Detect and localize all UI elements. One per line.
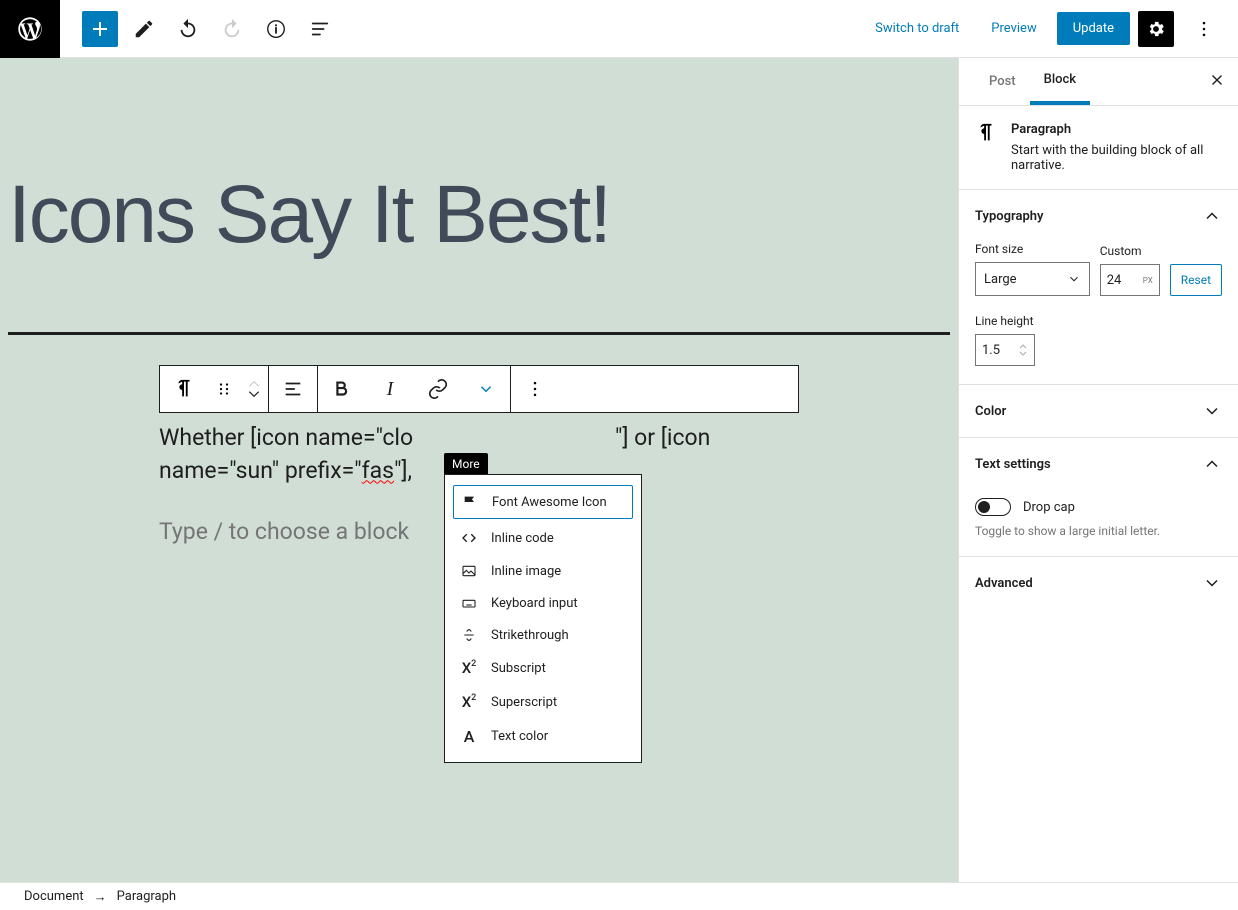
line-height-label: Line height (975, 314, 1035, 328)
undo-button[interactable] (170, 11, 206, 47)
paragraph-text-underlined: fas (362, 457, 394, 484)
reset-button[interactable]: Reset (1170, 264, 1222, 296)
align-button[interactable] (269, 366, 317, 412)
code-icon (459, 529, 479, 547)
dropdown-inline-code[interactable]: Inline code (445, 521, 641, 555)
paragraph-text-part1: Whether [icon name="clo (159, 424, 413, 451)
block-description: Start with the building block of all nar… (1011, 143, 1222, 173)
flag-icon (460, 494, 480, 510)
dropdown-text-color[interactable]: A Text color (445, 719, 641, 754)
redo-button[interactable] (214, 11, 250, 47)
wordpress-logo[interactable] (0, 0, 60, 58)
text-color-icon: A (459, 727, 479, 746)
separator (8, 332, 950, 335)
drop-cap-hint: Toggle to show a large initial letter. (975, 524, 1222, 538)
dropdown-superscript[interactable]: X2 Superscript (445, 685, 641, 719)
subscript-icon: X2 (459, 659, 479, 677)
dropdown-keyboard-input[interactable]: Keyboard input (445, 587, 641, 619)
drop-cap-label: Drop cap (1023, 500, 1075, 515)
custom-label: Custom (1100, 244, 1160, 258)
superscript-icon: X2 (459, 693, 479, 711)
line-height-input[interactable]: 1.5 (975, 334, 1035, 366)
tab-block[interactable]: Block (1030, 58, 1090, 105)
bold-button[interactable] (318, 366, 366, 412)
paragraph-icon (975, 122, 997, 173)
block-toolbar: I (159, 365, 799, 413)
page-title[interactable]: Icons Say It Best! (0, 58, 958, 262)
info-button[interactable] (258, 11, 294, 47)
font-size-label: Font size (975, 242, 1090, 256)
tab-post[interactable]: Post (975, 60, 1030, 103)
edit-mode-button[interactable] (126, 11, 162, 47)
editor-canvas: Icons Say It Best! (0, 58, 958, 882)
dropdown-font-awesome-icon[interactable]: Font Awesome Icon (453, 485, 633, 519)
link-button[interactable] (414, 366, 462, 412)
drag-handle[interactable] (208, 380, 240, 398)
chevron-down-icon (1202, 573, 1222, 593)
image-icon (459, 563, 479, 579)
chevron-down-icon (1202, 401, 1222, 421)
more-tooltip: More (444, 453, 488, 475)
breadcrumb-document[interactable]: Document (24, 889, 84, 904)
preview-button[interactable]: Preview (979, 13, 1048, 44)
breadcrumb-paragraph[interactable]: Paragraph (117, 889, 176, 904)
advanced-panel-toggle[interactable]: Advanced (959, 557, 1238, 609)
block-title: Paragraph (1011, 122, 1222, 137)
italic-button[interactable]: I (366, 366, 414, 412)
top-toolbar: Switch to draft Preview Update (0, 0, 1238, 58)
strikethrough-icon (459, 627, 479, 643)
dropdown-strikethrough[interactable]: Strikethrough (445, 619, 641, 651)
formatting-dropdown: Font Awesome Icon Inline code Inline ima… (444, 474, 642, 763)
dropdown-subscript[interactable]: X2 Subscript (445, 651, 641, 685)
close-sidebar-button[interactable] (1208, 71, 1226, 93)
outline-button[interactable] (302, 11, 338, 47)
dropdown-inline-image[interactable]: Inline image (445, 555, 641, 587)
move-up-down[interactable] (240, 379, 268, 399)
color-panel-toggle[interactable]: Color (959, 385, 1238, 437)
keyboard-icon (459, 595, 479, 611)
update-button[interactable]: Update (1057, 12, 1130, 45)
chevron-up-icon (1202, 206, 1222, 226)
block-more-button[interactable] (511, 366, 559, 412)
breadcrumb: Document → Paragraph (0, 882, 1238, 910)
more-formatting-button[interactable] (462, 366, 510, 412)
add-block-button[interactable] (82, 11, 118, 47)
chevron-up-icon (1202, 454, 1222, 474)
settings-sidebar: Post Block Paragraph Start with the buil… (958, 58, 1238, 882)
font-size-select[interactable]: Large (975, 262, 1090, 296)
paragraph-type-button[interactable] (160, 366, 208, 412)
settings-button[interactable] (1138, 11, 1174, 47)
drop-cap-toggle[interactable] (975, 498, 1011, 516)
more-options-button[interactable] (1186, 11, 1222, 47)
paragraph-text-tail: "], (394, 457, 412, 484)
custom-size-input[interactable]: 24 PX (1100, 264, 1160, 296)
text-settings-panel-toggle[interactable]: Text settings (959, 438, 1238, 490)
switch-to-draft-button[interactable]: Switch to draft (863, 13, 971, 44)
breadcrumb-separator: → (94, 889, 107, 905)
typography-panel-toggle[interactable]: Typography (959, 190, 1238, 242)
